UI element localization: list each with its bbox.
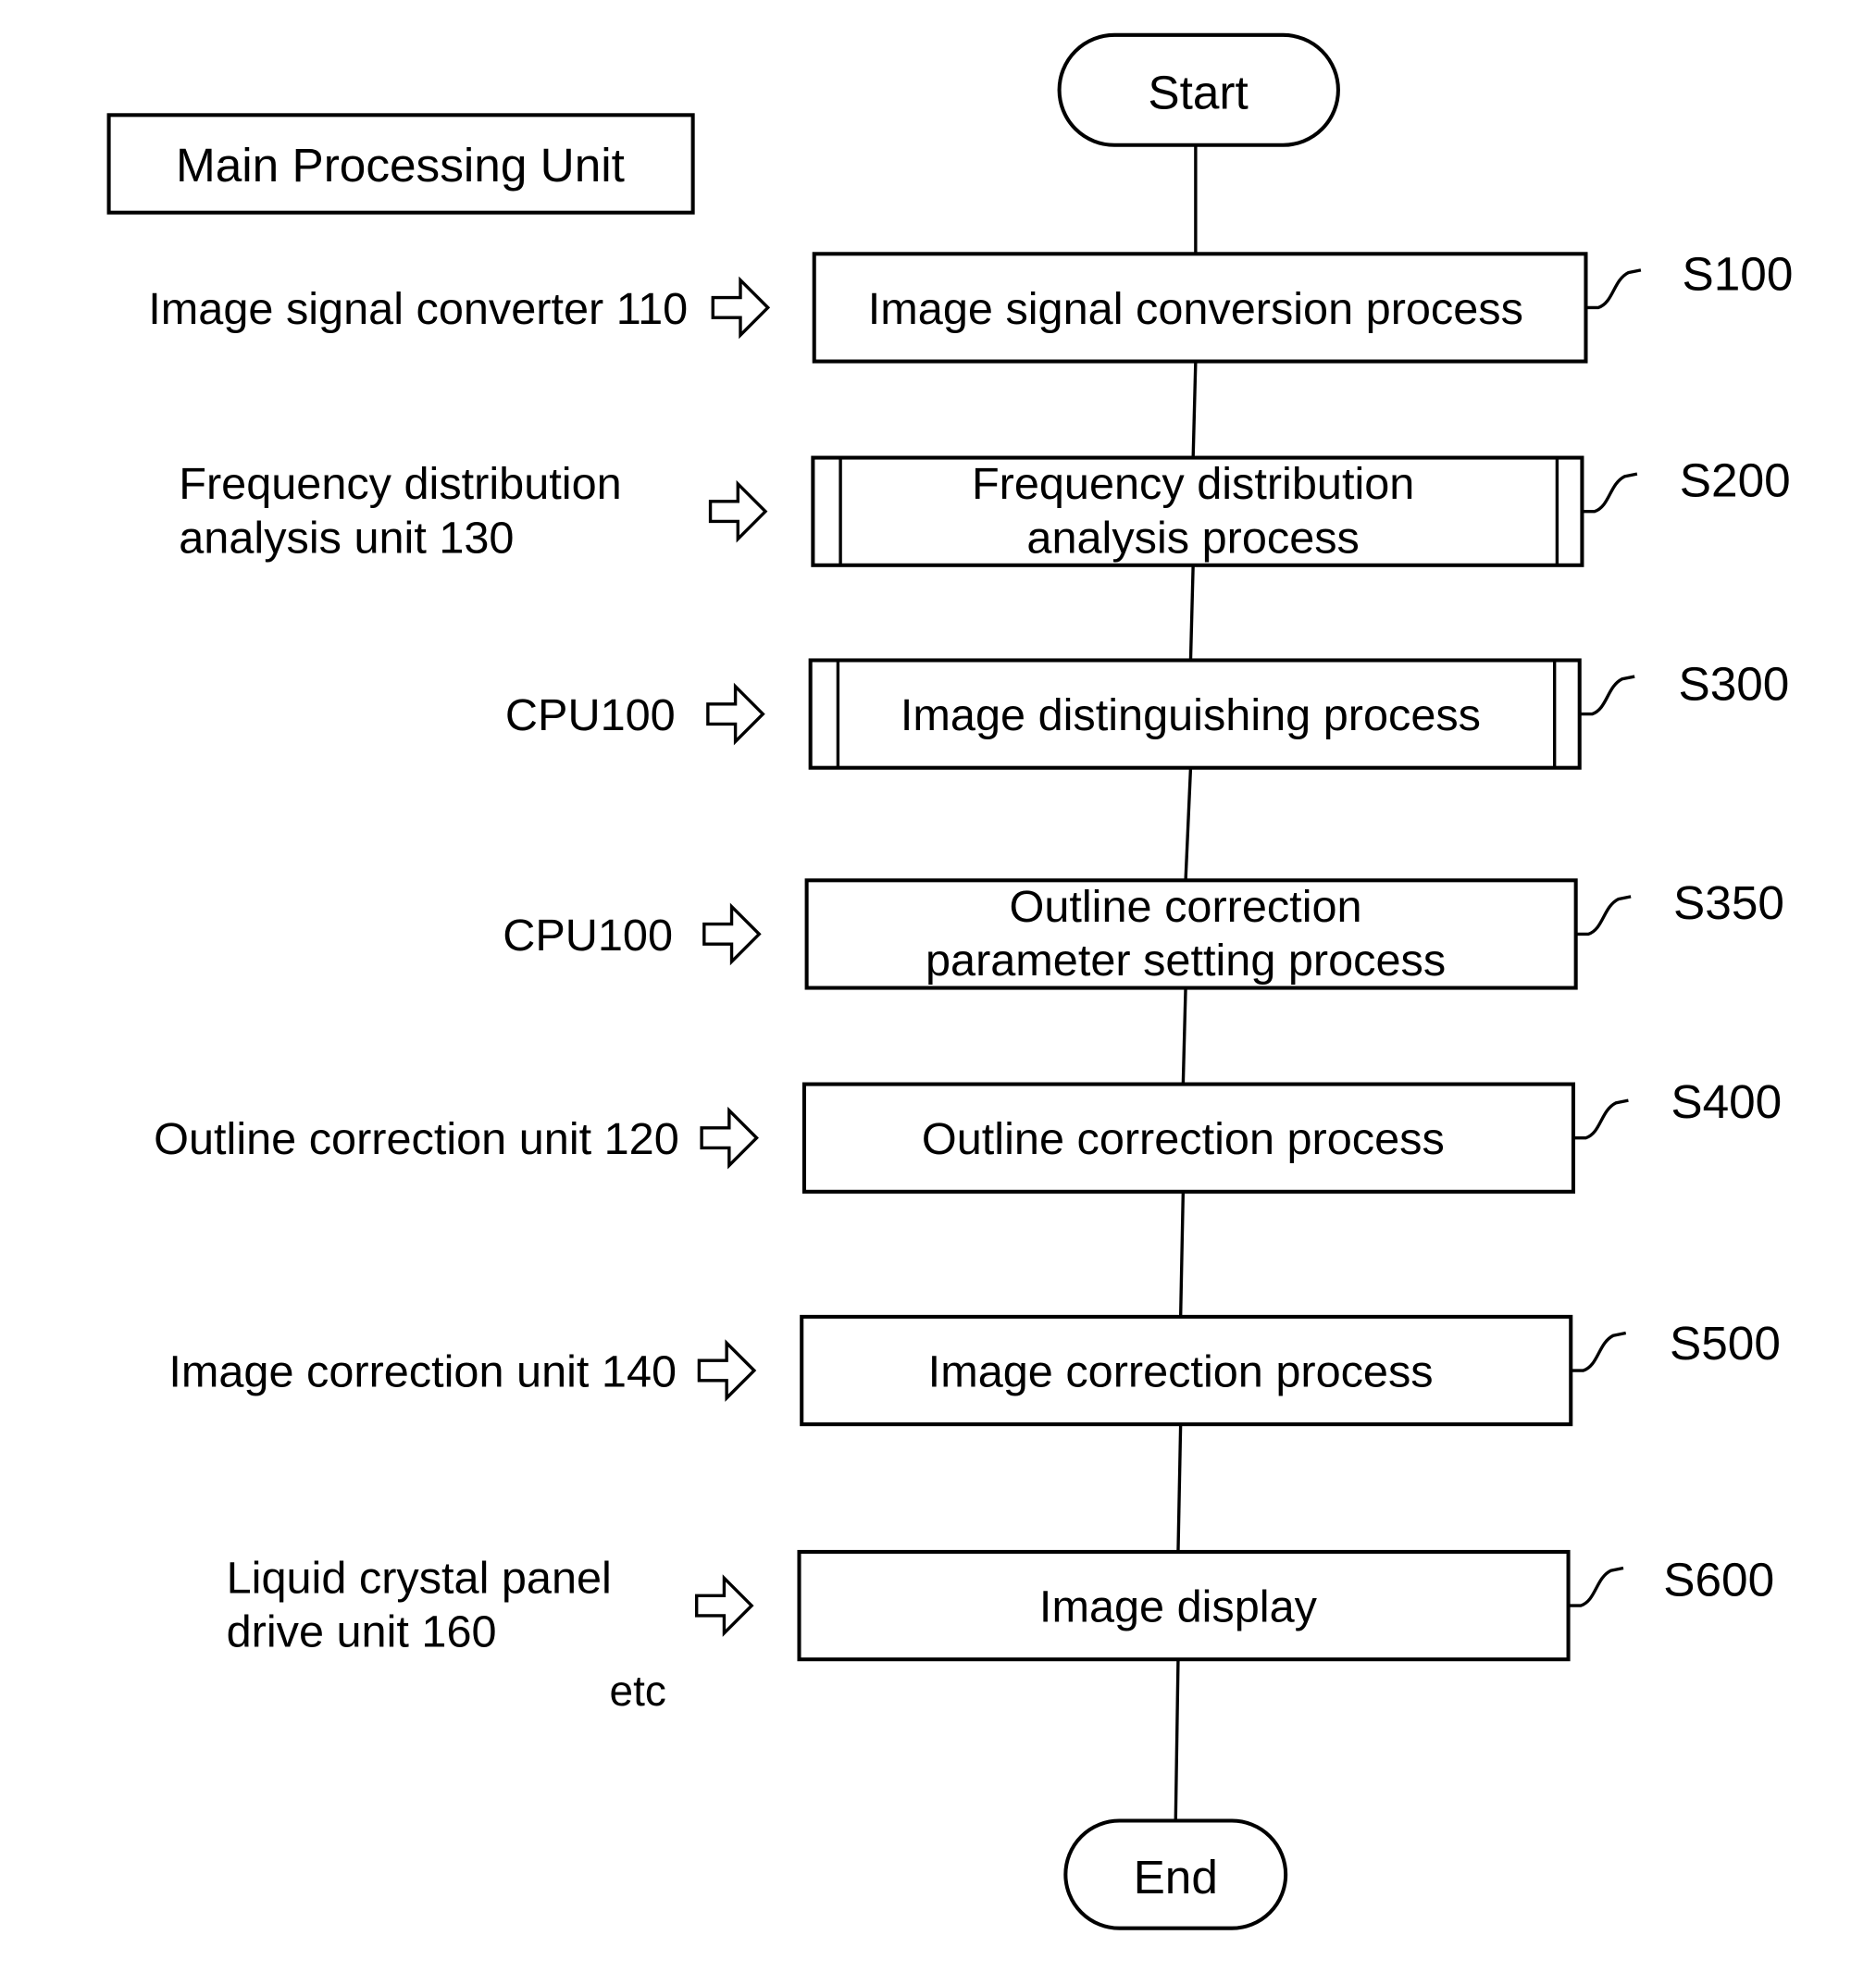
connector-line — [1184, 767, 1193, 881]
connector-line — [1176, 1424, 1183, 1552]
step-leader — [1575, 895, 1632, 936]
hollow-arrow-icon — [695, 1574, 754, 1637]
start-label: Start — [1148, 67, 1248, 119]
connector-line — [1188, 564, 1195, 661]
process-label: Image display — [1039, 1582, 1318, 1632]
step-s200: Frequency distributionanalysis processS2… — [179, 453, 1791, 567]
unit-label: drive unit 160 — [227, 1607, 497, 1657]
process-label: parameter setting process — [926, 936, 1446, 986]
steps: Image signal conversion process S100 Image… — [148, 248, 1794, 1662]
step-leader — [1585, 268, 1642, 310]
step-s350: Outline correctionparameter setting proc… — [503, 876, 1784, 990]
step-s100: Image signal conversion process S100 Image… — [148, 248, 1794, 364]
process-label: Image distinguishing process — [901, 690, 1481, 740]
connector-line — [1178, 1191, 1186, 1317]
hollow-arrow-icon — [711, 276, 771, 340]
process-label: Image signal conversion process — [868, 284, 1523, 334]
step-s500: Image correction process S500 Image correc… — [168, 1314, 1781, 1427]
unit-label: CPU100 — [505, 690, 676, 740]
step-s400: Outline correction process S400 Outline co… — [154, 1075, 1782, 1194]
main-processing-unit-header: Main Processing Unit — [106, 113, 695, 215]
step-s600: Image display S600 Liquid crystal paneldri… — [227, 1549, 1774, 1662]
start-terminal: Start — [1057, 32, 1340, 147]
step-leader — [1568, 1566, 1624, 1607]
step-id: S400 — [1671, 1075, 1782, 1128]
step-s300: Image distinguishing process S300 CPU100 — [505, 658, 1789, 770]
connector-line — [1191, 361, 1198, 458]
unit-label: Image signal converter 110 — [148, 284, 688, 334]
hollow-arrow-icon — [700, 1106, 759, 1170]
step-id: S500 — [1670, 1317, 1781, 1370]
connector-line — [1174, 1659, 1180, 1821]
hollow-arrow-icon — [708, 479, 768, 543]
unit-label: Outline correction unit 120 — [154, 1114, 679, 1164]
unit-label: Image correction unit 140 — [168, 1347, 677, 1397]
step-leader — [1582, 472, 1638, 514]
hollow-arrow-icon — [706, 682, 765, 746]
step-leader — [1571, 1331, 1627, 1372]
process-label: Outline correction — [1010, 882, 1362, 932]
unit-label: CPU100 — [503, 911, 673, 961]
flowchart: Main Processing Unit Start Image signal … — [106, 32, 1794, 1930]
header-title: Main Processing Unit — [176, 139, 625, 192]
step-id: S350 — [1673, 876, 1784, 929]
step-leader — [1572, 1098, 1629, 1140]
step-id: S300 — [1678, 658, 1789, 711]
process-label: analysis process — [1026, 513, 1359, 563]
process-label: Image correction process — [928, 1347, 1434, 1397]
end-label: End — [1134, 1851, 1218, 1904]
hollow-arrow-icon — [697, 1339, 757, 1402]
unit-label: Frequency distribution — [179, 459, 621, 509]
step-id: S100 — [1683, 248, 1794, 301]
hollow-arrow-icon — [702, 902, 762, 966]
unit-label: analysis unit 130 — [179, 513, 514, 563]
step-id: S200 — [1680, 453, 1791, 506]
end-terminal: End — [1063, 1818, 1288, 1930]
etc-note: etc — [610, 1667, 666, 1715]
process-label: Frequency distribution — [972, 459, 1414, 509]
step-leader — [1579, 675, 1635, 716]
step-id: S600 — [1663, 1553, 1774, 1606]
unit-label: Liquid crystal panel — [227, 1554, 612, 1604]
process-label: Outline correction process — [922, 1114, 1445, 1164]
connector-line — [1181, 987, 1187, 1085]
